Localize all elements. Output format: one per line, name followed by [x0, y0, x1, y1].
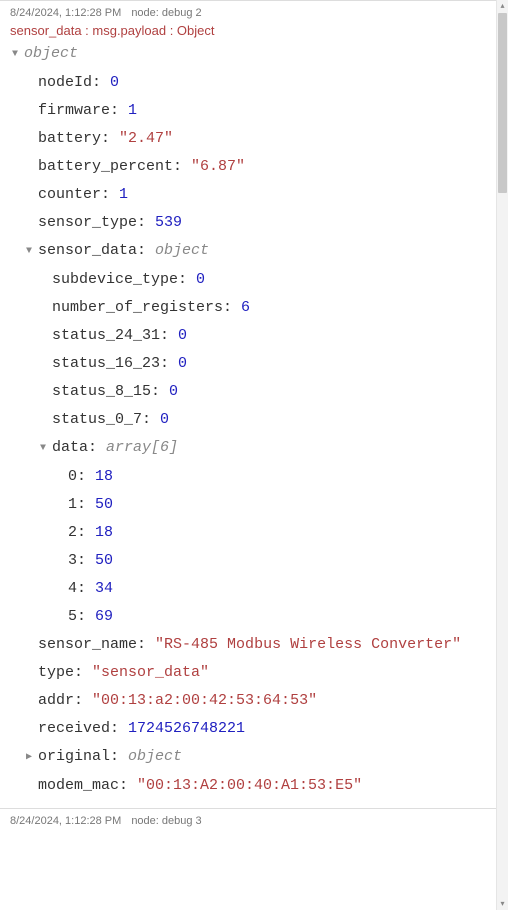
- entry-path: sensor_data : msg.payload : Object: [0, 23, 508, 38]
- entry-node: node: debug 2: [131, 7, 201, 19]
- array-item[interactable]: 2: 18: [12, 519, 496, 547]
- caret-down-icon[interactable]: ▼: [12, 41, 22, 69]
- prop-row[interactable]: addr: "00:13:a2:00:42:53:64:53": [12, 687, 496, 715]
- caret-down-icon[interactable]: ▼: [40, 435, 50, 463]
- array-item[interactable]: 0: 18: [12, 463, 496, 491]
- array-item[interactable]: 1: 50: [12, 491, 496, 519]
- debug-entry: 8/24/2024, 1:12:28 PM node: debug 2 sens…: [0, 0, 508, 808]
- array-item[interactable]: 5: 69: [12, 603, 496, 631]
- prop-row[interactable]: type: "sensor_data": [12, 659, 496, 687]
- scroll-thumb[interactable]: [498, 13, 507, 193]
- prop-row[interactable]: battery_percent: "6.87": [12, 153, 496, 181]
- prop-row[interactable]: status_8_15: 0: [12, 378, 496, 406]
- data-array-row[interactable]: ▼data: array[6]: [12, 434, 496, 463]
- prop-row[interactable]: modem_mac: "00:13:A2:00:40:A1:53:E5": [12, 772, 496, 800]
- prop-row[interactable]: status_24_31: 0: [12, 322, 496, 350]
- prop-row[interactable]: status_16_23: 0: [12, 350, 496, 378]
- entry-timestamp: 8/24/2024, 1:12:28 PM: [10, 7, 121, 19]
- original-row[interactable]: ▶original: object: [12, 743, 496, 772]
- payload-tree: ▼object nodeId: 0 firmware: 1 battery: "…: [0, 38, 508, 800]
- array-item[interactable]: 4: 34: [12, 575, 496, 603]
- entry-header: 8/24/2024, 1:12:28 PM node: debug 3: [0, 815, 508, 827]
- caret-right-icon[interactable]: ▶: [26, 744, 36, 772]
- caret-down-icon[interactable]: ▼: [26, 238, 36, 266]
- prop-row[interactable]: sensor_name: "RS-485 Modbus Wireless Con…: [12, 631, 496, 659]
- array-item[interactable]: 3: 50: [12, 547, 496, 575]
- prop-row[interactable]: nodeId: 0: [12, 69, 496, 97]
- prop-row[interactable]: sensor_type: 539: [12, 209, 496, 237]
- prop-row[interactable]: subdevice_type: 0: [12, 266, 496, 294]
- prop-row[interactable]: received: 1724526748221: [12, 715, 496, 743]
- prop-row[interactable]: counter: 1: [12, 181, 496, 209]
- entry-timestamp: 8/24/2024, 1:12:28 PM: [10, 815, 121, 827]
- debug-entry: 8/24/2024, 1:12:28 PM node: debug 3: [0, 808, 508, 835]
- prop-row[interactable]: battery: "2.47": [12, 125, 496, 153]
- scrollbar[interactable]: ▴ ▾: [496, 0, 508, 910]
- entry-node: node: debug 3: [131, 815, 201, 827]
- scroll-down-icon[interactable]: ▾: [497, 898, 508, 910]
- sensor-data-row[interactable]: ▼sensor_data: object: [12, 237, 496, 266]
- scroll-up-icon[interactable]: ▴: [497, 0, 508, 12]
- prop-row[interactable]: status_0_7: 0: [12, 406, 496, 434]
- prop-row[interactable]: number_of_registers: 6: [12, 294, 496, 322]
- prop-row[interactable]: firmware: 1: [12, 97, 496, 125]
- entry-header: 8/24/2024, 1:12:28 PM node: debug 2: [0, 7, 508, 19]
- root-object-row[interactable]: ▼object: [12, 40, 496, 69]
